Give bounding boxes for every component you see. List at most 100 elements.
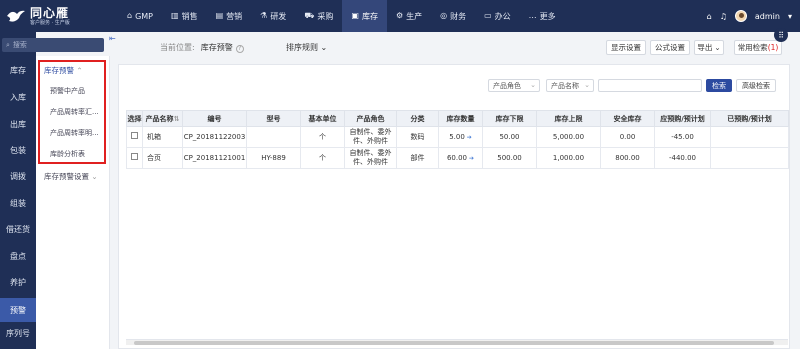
- done-purchase: [710, 147, 789, 169]
- top-bar: 同心雁 客户服务 · 生产版 ⌂ GMP ▥ 销售 ▤ 营销 ⚗ 研发 ⛟ 采购 ▣ 库存 …: [0, 0, 800, 32]
- leftnav-item-inbound[interactable]: 入库: [0, 87, 36, 107]
- done-purchase: [710, 126, 789, 148]
- col-header-role: 产品角色: [344, 110, 397, 127]
- stock-qty-cell: 60.00 ➔: [438, 147, 483, 169]
- top-nav: ⌂ GMP ▥ 销售 ▤ 营销 ⚗ 研发 ⛟ 采购 ▣ 库存 ⚙ 生产 ◎ 财务 ▭ 办公 … 更多: [118, 0, 565, 32]
- safety-stock: 0.00: [600, 126, 655, 148]
- sort-rule-dropdown[interactable]: 排序规则 ⌄: [286, 42, 327, 53]
- search-icon: ⌕: [6, 40, 10, 49]
- leftnav-item-stocktake[interactable]: 盘点: [0, 246, 36, 266]
- arrow-right-icon[interactable]: ➔: [467, 134, 472, 141]
- display-settings-button[interactable]: 显示设置: [606, 40, 646, 55]
- product-name-link[interactable]: 合页: [142, 147, 183, 169]
- product-unit: 个: [300, 126, 345, 148]
- nav-label: GMP: [135, 11, 154, 21]
- row-checkbox[interactable]: [131, 132, 138, 139]
- product-name-placeholder: 产品名称: [551, 81, 579, 90]
- product-name-link[interactable]: 机箱: [142, 126, 183, 148]
- nav-more[interactable]: … 更多: [520, 0, 565, 32]
- common-search-button[interactable]: 常用检索 (1): [734, 40, 782, 55]
- col-header-min: 库存下限: [482, 110, 537, 127]
- content-panel: [118, 64, 790, 349]
- scrollbar-thumb[interactable]: [134, 341, 774, 345]
- export-label: 导出: [697, 43, 713, 52]
- app-logo[interactable]: 同心雁 客户服务 · 生产版: [0, 0, 112, 32]
- search-input[interactable]: ⌕ 搜索: [2, 38, 104, 52]
- product-name-select[interactable]: 产品名称 ⌄: [546, 79, 594, 92]
- nav-marketing[interactable]: ▤ 营销: [207, 0, 252, 32]
- logo-bird-icon: [6, 7, 26, 25]
- inventory-warning-table: 选择 产品名称⇅ 编号 型号 基本单位 产品角色 分类 库存数量 库存下限 库存…: [126, 110, 789, 169]
- ellipsis-icon: …: [528, 11, 537, 20]
- col-header-name[interactable]: 产品名称⇅: [142, 110, 183, 127]
- chevron-down-icon: ⌄: [530, 81, 536, 89]
- product-role-select[interactable]: 产品角色 ⌄: [488, 79, 540, 92]
- chevron-down-icon[interactable]: ▾: [788, 12, 792, 21]
- nav-inventory[interactable]: ▣ 库存: [342, 0, 387, 32]
- leftnav-item-inventory[interactable]: 库存: [0, 60, 36, 80]
- grid-menu-icon[interactable]: ⠿: [774, 28, 788, 42]
- top-right-tools: ⌂ ♫ admin ▾: [707, 10, 800, 22]
- leftnav-item-warning[interactable]: 预警: [0, 298, 36, 322]
- help-icon[interactable]: ?: [235, 45, 244, 53]
- row-checkbox[interactable]: [131, 153, 138, 160]
- nav-purchase[interactable]: ⛟ 采购: [295, 0, 342, 32]
- leftnav-item-packaging[interactable]: 包装: [0, 140, 36, 160]
- product-unit: 个: [300, 147, 345, 169]
- leftnav-item-assembly[interactable]: 组装: [0, 193, 36, 213]
- export-button[interactable]: 导出 ⌄: [694, 40, 724, 55]
- product-role: 自制件、委外件、外购件: [344, 147, 397, 169]
- search-keyword-input[interactable]: [598, 79, 702, 92]
- nav-label: 财务: [450, 11, 467, 21]
- leftnav-item-transfer[interactable]: 调拨: [0, 166, 36, 186]
- nav-production[interactable]: ⚙ 生产: [387, 0, 431, 32]
- bell-icon[interactable]: ♫: [720, 12, 727, 21]
- leftnav-item-maintenance[interactable]: 养护: [0, 272, 36, 292]
- col-header-code: 编号: [182, 110, 247, 127]
- col-header-unit: 基本单位: [300, 110, 345, 127]
- home-icon: ⌂: [127, 11, 133, 20]
- sort-icon[interactable]: ⇅: [174, 115, 180, 123]
- search-button[interactable]: 检索: [706, 79, 732, 92]
- nav-office[interactable]: ▭ 办公: [475, 0, 520, 32]
- table-row[interactable]: 合页 CP_20181121001 HY-889 个 自制件、委外件、外购件 部…: [126, 147, 789, 169]
- leftnav-item-outbound[interactable]: 出库: [0, 114, 36, 134]
- subnav-group-label: 库存预警设置: [44, 172, 89, 181]
- need-purchase: -440.00: [654, 147, 711, 169]
- horizontal-scrollbar[interactable]: [126, 339, 788, 345]
- chevron-down-icon: ⌄: [320, 43, 328, 52]
- product-code: CP_20181122003: [182, 126, 247, 148]
- nav-label: 采购: [317, 11, 334, 21]
- nav-label: 库存: [361, 11, 378, 21]
- formula-settings-button[interactable]: 公式设置: [650, 40, 690, 55]
- product-role: 自制件、委外件、外购件: [344, 126, 397, 148]
- col-header-label: 产品名称: [145, 114, 174, 123]
- breadcrumb-current: 库存预警: [200, 43, 233, 52]
- nav-finance[interactable]: ◎ 财务: [431, 0, 475, 32]
- home-icon[interactable]: ⌂: [707, 12, 712, 21]
- chevron-down-icon: ⌄: [714, 43, 721, 52]
- leftnav-item-borrow[interactable]: 借还货: [0, 219, 36, 239]
- username[interactable]: admin: [755, 12, 780, 21]
- product-model: [246, 126, 301, 148]
- stock-max: 1,000.00: [536, 147, 601, 169]
- subnav-group-settings[interactable]: 库存预警设置 ⌄: [44, 171, 98, 182]
- arrow-right-icon[interactable]: ➔: [469, 155, 474, 162]
- stock-qty: 5.00: [449, 132, 465, 141]
- table-header-row: 选择 产品名称⇅ 编号 型号 基本单位 产品角色 分类 库存数量 库存下限 库存…: [126, 110, 789, 127]
- nav-rnd[interactable]: ⚗ 研发: [251, 0, 295, 32]
- factory-icon: ⚙: [395, 11, 404, 20]
- col-header-category: 分类: [396, 110, 439, 127]
- nav-gmp[interactable]: ⌂ GMP: [118, 0, 162, 32]
- avatar[interactable]: [734, 10, 747, 22]
- advanced-search-button[interactable]: 高级检索: [736, 79, 776, 92]
- product-code: CP_20181121001: [182, 147, 247, 169]
- briefcase-icon: ▭: [484, 11, 492, 20]
- table-row[interactable]: 机箱 CP_20181122003 个 自制件、委外件、外购件 数码 5.00 ➔…: [126, 126, 789, 148]
- col-header-need: 应预购/预计划: [654, 110, 711, 127]
- logo-subtitle: 客户服务 · 生产版: [30, 19, 70, 26]
- leftnav-item-serial[interactable]: 序列号: [0, 323, 36, 343]
- product-category: 数码: [396, 126, 439, 148]
- nav-sales[interactable]: ▥ 销售: [162, 0, 207, 32]
- collapse-menu-icon[interactable]: ⇤: [109, 34, 117, 44]
